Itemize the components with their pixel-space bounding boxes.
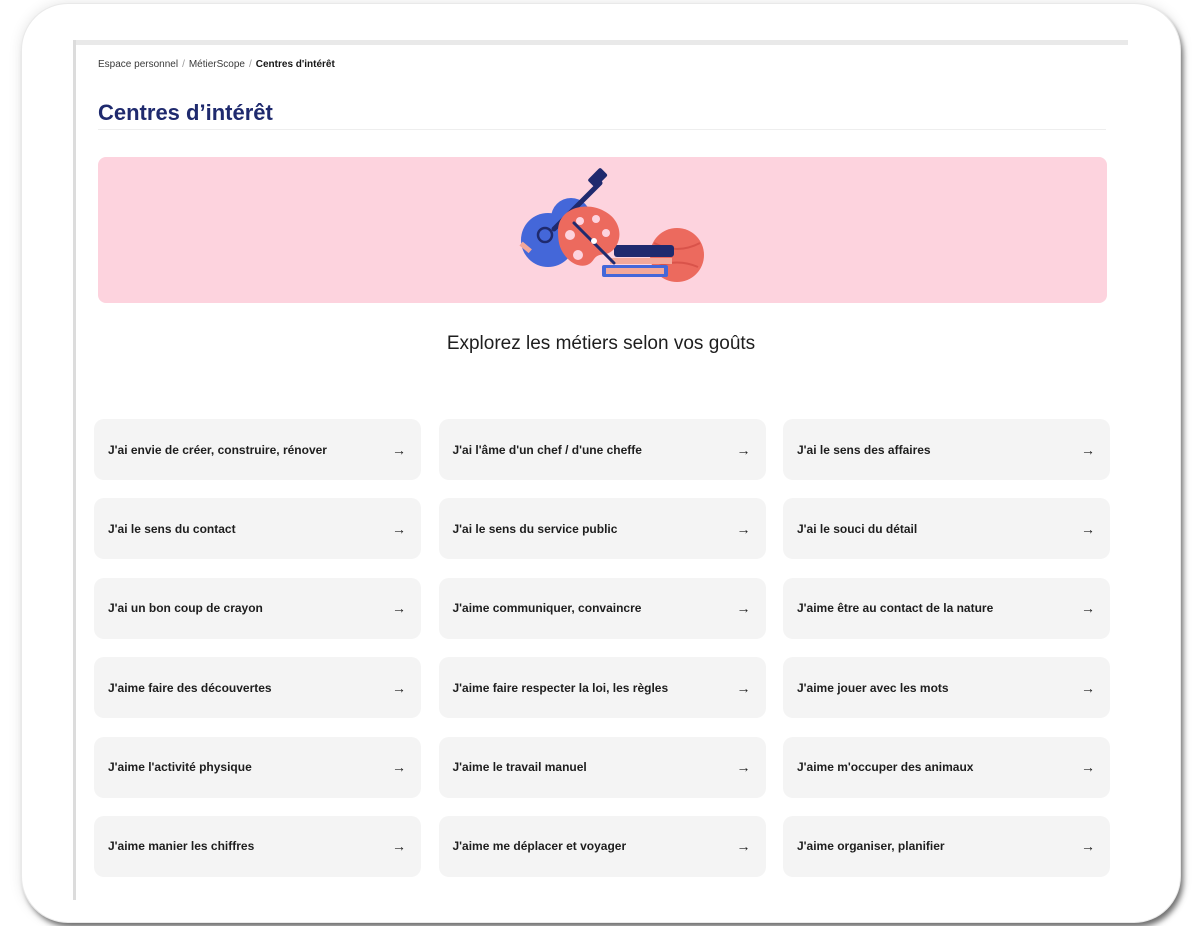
arrow-right-icon: →	[736, 759, 751, 776]
interest-card-label: J'ai le souci du détail	[797, 521, 918, 536]
interest-card[interactable]: J'ai le sens du service public →	[438, 498, 766, 560]
interest-card-label: J'aime jouer avec les mots	[797, 680, 949, 695]
interest-card[interactable]: J'ai le sens des affaires →	[783, 419, 1110, 480]
arrow-right-icon: →	[392, 441, 406, 458]
arrow-right-icon: →	[736, 838, 751, 855]
interest-card-label: J'aime organiser, planifier	[797, 839, 945, 854]
interest-card[interactable]: J'aime communiquer, convaincre →	[438, 577, 766, 639]
interest-card[interactable]: J'aime m'occuper des animaux →	[783, 736, 1110, 798]
interest-card[interactable]: J'ai envie de créer, construire, rénover…	[94, 419, 421, 480]
interest-card-label: J'aime m'occuper des animaux	[797, 760, 974, 775]
interest-card-label: J'ai le sens du service public	[452, 521, 618, 536]
interest-card[interactable]: J'aime me déplacer et voyager →	[438, 815, 766, 877]
interest-card[interactable]: J'aime être au contact de la nature →	[783, 577, 1110, 639]
interest-card-label: J'aime être au contact de la nature	[797, 601, 994, 616]
interest-card-label: J'ai le sens des affaires	[797, 442, 931, 457]
interest-card-label: J'aime le travail manuel	[452, 760, 587, 775]
guitar-palette-books-ball-illustration	[519, 168, 704, 282]
header-divider	[74, 40, 1128, 45]
interest-card-label: J'aime l'activité physique	[108, 760, 252, 775]
arrow-right-icon: →	[1081, 520, 1095, 537]
page-subtitle: Explorez les métiers selon vos goûts	[446, 333, 756, 354]
interest-card[interactable]: J'ai un bon coup de crayon →	[94, 577, 421, 639]
interest-card-label: J'aime me déplacer et voyager	[452, 839, 627, 854]
breadcrumb-separator: /	[182, 59, 185, 70]
interest-card[interactable]: J'aime faire des découvertes →	[94, 657, 421, 719]
interest-card-label: J'ai envie de créer, construire, rénover	[108, 442, 327, 457]
interest-card-label: J'aime manier les chiffres	[108, 839, 255, 854]
interest-card-label: J'ai un bon coup de crayon	[108, 601, 263, 616]
breadcrumb-current: Centres d'intérêt	[255, 59, 335, 70]
banner	[98, 157, 1107, 303]
arrow-right-icon: →	[392, 600, 406, 617]
arrow-right-icon: →	[392, 520, 406, 537]
breadcrumb: Espace personnel / MétierScope / Centres d'i…	[98, 59, 335, 70]
arrow-right-icon: →	[736, 600, 751, 617]
interest-card[interactable]: J'ai l'âme d'un chef / d'une cheffe →	[438, 419, 766, 480]
page-title: Centres d’intérêt	[98, 100, 273, 125]
interest-card-label: J'ai le sens du contact	[108, 521, 236, 536]
breadcrumb-separator: /	[248, 59, 252, 70]
interest-card-label: J'aime communiquer, convaincre	[452, 601, 642, 616]
interest-card[interactable]: J'aime l'activité physique →	[94, 736, 421, 798]
left-border	[73, 40, 76, 900]
interest-card[interactable]: J'aime faire respecter la loi, les règle…	[438, 657, 766, 719]
arrow-right-icon: →	[1081, 838, 1095, 855]
interest-card-label: J'aime faire des découvertes	[108, 680, 272, 695]
interest-card-label: J'aime faire respecter la loi, les règle…	[452, 680, 669, 695]
interest-card[interactable]: J'ai le sens du contact →	[94, 498, 421, 560]
device-frame: Espace personnel / MétierScope / Centres d'i…	[22, 4, 1180, 922]
arrow-right-icon: →	[1081, 441, 1095, 458]
arrow-right-icon: →	[736, 520, 751, 537]
interest-cards-grid: J'ai envie de créer, construire, rénover…	[94, 419, 1110, 877]
arrow-right-icon: →	[736, 679, 751, 696]
breadcrumb-link-espace-personnel[interactable]: Espace personnel	[98, 59, 178, 70]
interest-card[interactable]: J'aime organiser, planifier →	[783, 815, 1110, 877]
interest-card[interactable]: J'aime manier les chiffres →	[94, 815, 421, 877]
arrow-right-icon: →	[1081, 759, 1095, 776]
arrow-right-icon: →	[1081, 600, 1095, 617]
breadcrumb-link-metierscope[interactable]: MétierScope	[189, 59, 245, 70]
arrow-right-icon: →	[1081, 679, 1095, 696]
arrow-right-icon: →	[392, 679, 406, 696]
interest-card-label: J'ai l'âme d'un chef / d'une cheffe	[452, 442, 642, 457]
title-divider	[98, 129, 1106, 130]
interest-card[interactable]: J'ai le souci du détail →	[783, 498, 1110, 560]
arrow-right-icon: →	[392, 838, 406, 855]
arrow-right-icon: →	[392, 759, 406, 776]
arrow-right-icon: →	[736, 441, 751, 458]
interest-card[interactable]: J'aime le travail manuel →	[438, 736, 766, 798]
interest-card[interactable]: J'aime jouer avec les mots →	[783, 657, 1110, 719]
